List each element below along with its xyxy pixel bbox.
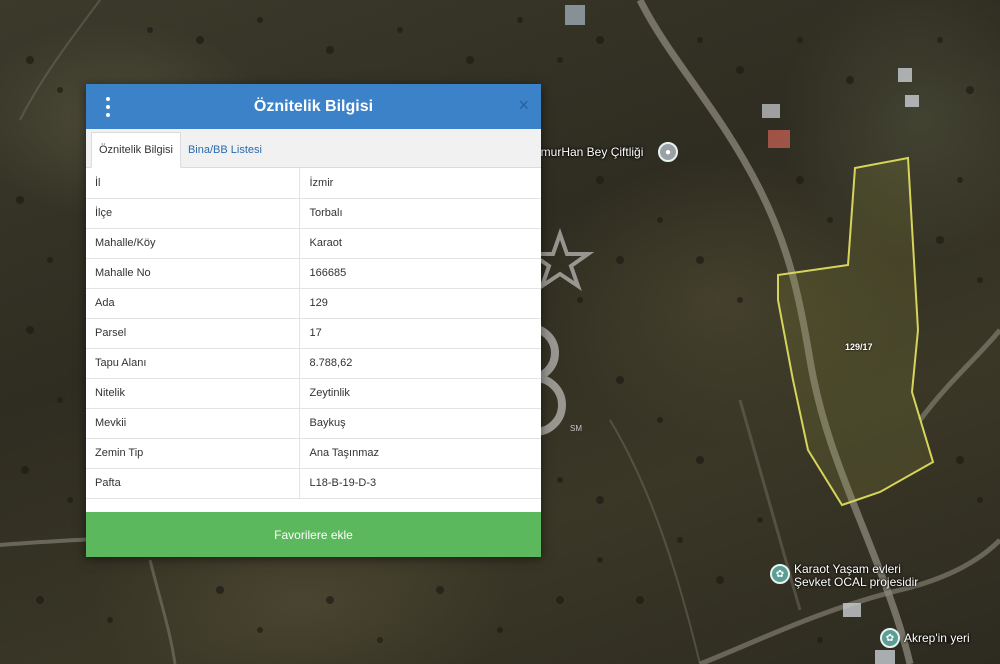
building	[843, 603, 861, 617]
row-value: Karaot	[299, 228, 541, 259]
row-key: Ada	[86, 288, 300, 319]
row-value: 8.788,62	[299, 348, 541, 379]
place-label-karaot-yasam[interactable]: Karaot Yaşam evleri Şevket OCAL projesid…	[794, 563, 918, 589]
row-value: Zeytinlik	[299, 378, 541, 409]
table-row: Mahalle/Köy Karaot	[86, 228, 541, 259]
building	[898, 68, 912, 82]
road	[609, 419, 701, 664]
tab-bina-bb-listesi[interactable]: Bina/BB Listesi	[181, 133, 269, 167]
building	[762, 104, 780, 118]
table-row: İlçe Torbalı	[86, 198, 541, 229]
parcel-outline	[777, 156, 935, 507]
row-value: 129	[299, 288, 541, 319]
table-row: Ada 129	[86, 288, 541, 319]
attribute-table: İl İzmir İlçe Torbalı Mahalle/Köy Karaot…	[86, 168, 541, 499]
row-key: Mahalle/Köy	[86, 228, 300, 259]
row-key: Nitelik	[86, 378, 300, 409]
table-row: Parsel 17	[86, 318, 541, 349]
road	[738, 399, 802, 611]
table-row: Zemin Tip Ana Taşınmaz	[86, 438, 541, 469]
location-pin-icon[interactable]: ●	[658, 142, 678, 162]
row-key: İl	[86, 168, 300, 199]
road	[699, 538, 1000, 664]
panel-title: Öznitelik Bilgisi	[253, 97, 374, 115]
add-to-favorites-button[interactable]: Favorilere ekle	[86, 512, 541, 557]
tab-oznitelik-bilgisi[interactable]: Öznitelik Bilgisi	[91, 132, 181, 168]
attribute-info-panel: Öznitelik Bilgisi × Öznitelik Bilgisi Bi…	[86, 84, 541, 557]
building	[768, 130, 790, 148]
close-icon[interactable]: ×	[518, 95, 529, 115]
table-row: Pafta L18-B-19-D-3	[86, 468, 541, 499]
place-pin-icon[interactable]: ✿	[770, 564, 790, 584]
table-row: İl İzmir	[86, 168, 541, 199]
table-row: Tapu Alanı 8.788,62	[86, 348, 541, 379]
kebab-menu-icon[interactable]	[102, 97, 114, 117]
row-key: Mahalle No	[86, 258, 300, 289]
row-value: Baykuş	[299, 408, 541, 439]
panel-tabs: Öznitelik Bilgisi Bina/BB Listesi	[86, 129, 541, 168]
table-row: Nitelik Zeytinlik	[86, 378, 541, 409]
row-value: Torbalı	[299, 198, 541, 229]
panel-header: Öznitelik Bilgisi ×	[86, 84, 541, 129]
road	[148, 559, 177, 664]
road	[918, 328, 1000, 422]
building	[565, 5, 585, 25]
place-label-akrep[interactable]: Akrep'in yeri	[904, 631, 970, 645]
row-value: Ana Taşınmaz	[299, 438, 541, 469]
row-value: 166685	[299, 258, 541, 289]
row-key: Pafta	[86, 468, 300, 499]
row-key: Tapu Alanı	[86, 348, 300, 379]
row-key: Mevkii	[86, 408, 300, 439]
row-key: Zemin Tip	[86, 438, 300, 469]
table-row: Mahalle No 166685	[86, 258, 541, 289]
row-key: Parsel	[86, 318, 300, 349]
row-value: L18-B-19-D-3	[299, 468, 541, 499]
place-label-ciftlik[interactable]: imurHan Bey Çiftliği	[538, 145, 643, 159]
row-value: İzmir	[299, 168, 541, 199]
watermark-sm-mark: SM	[570, 424, 582, 433]
table-row: Mevkii Baykuş	[86, 408, 541, 439]
building	[905, 95, 919, 107]
place-pin-icon[interactable]: ✿	[880, 628, 900, 648]
row-key: İlçe	[86, 198, 300, 229]
row-value: 17	[299, 318, 541, 349]
parcel-label: 129/17	[845, 342, 873, 352]
building	[875, 650, 895, 664]
